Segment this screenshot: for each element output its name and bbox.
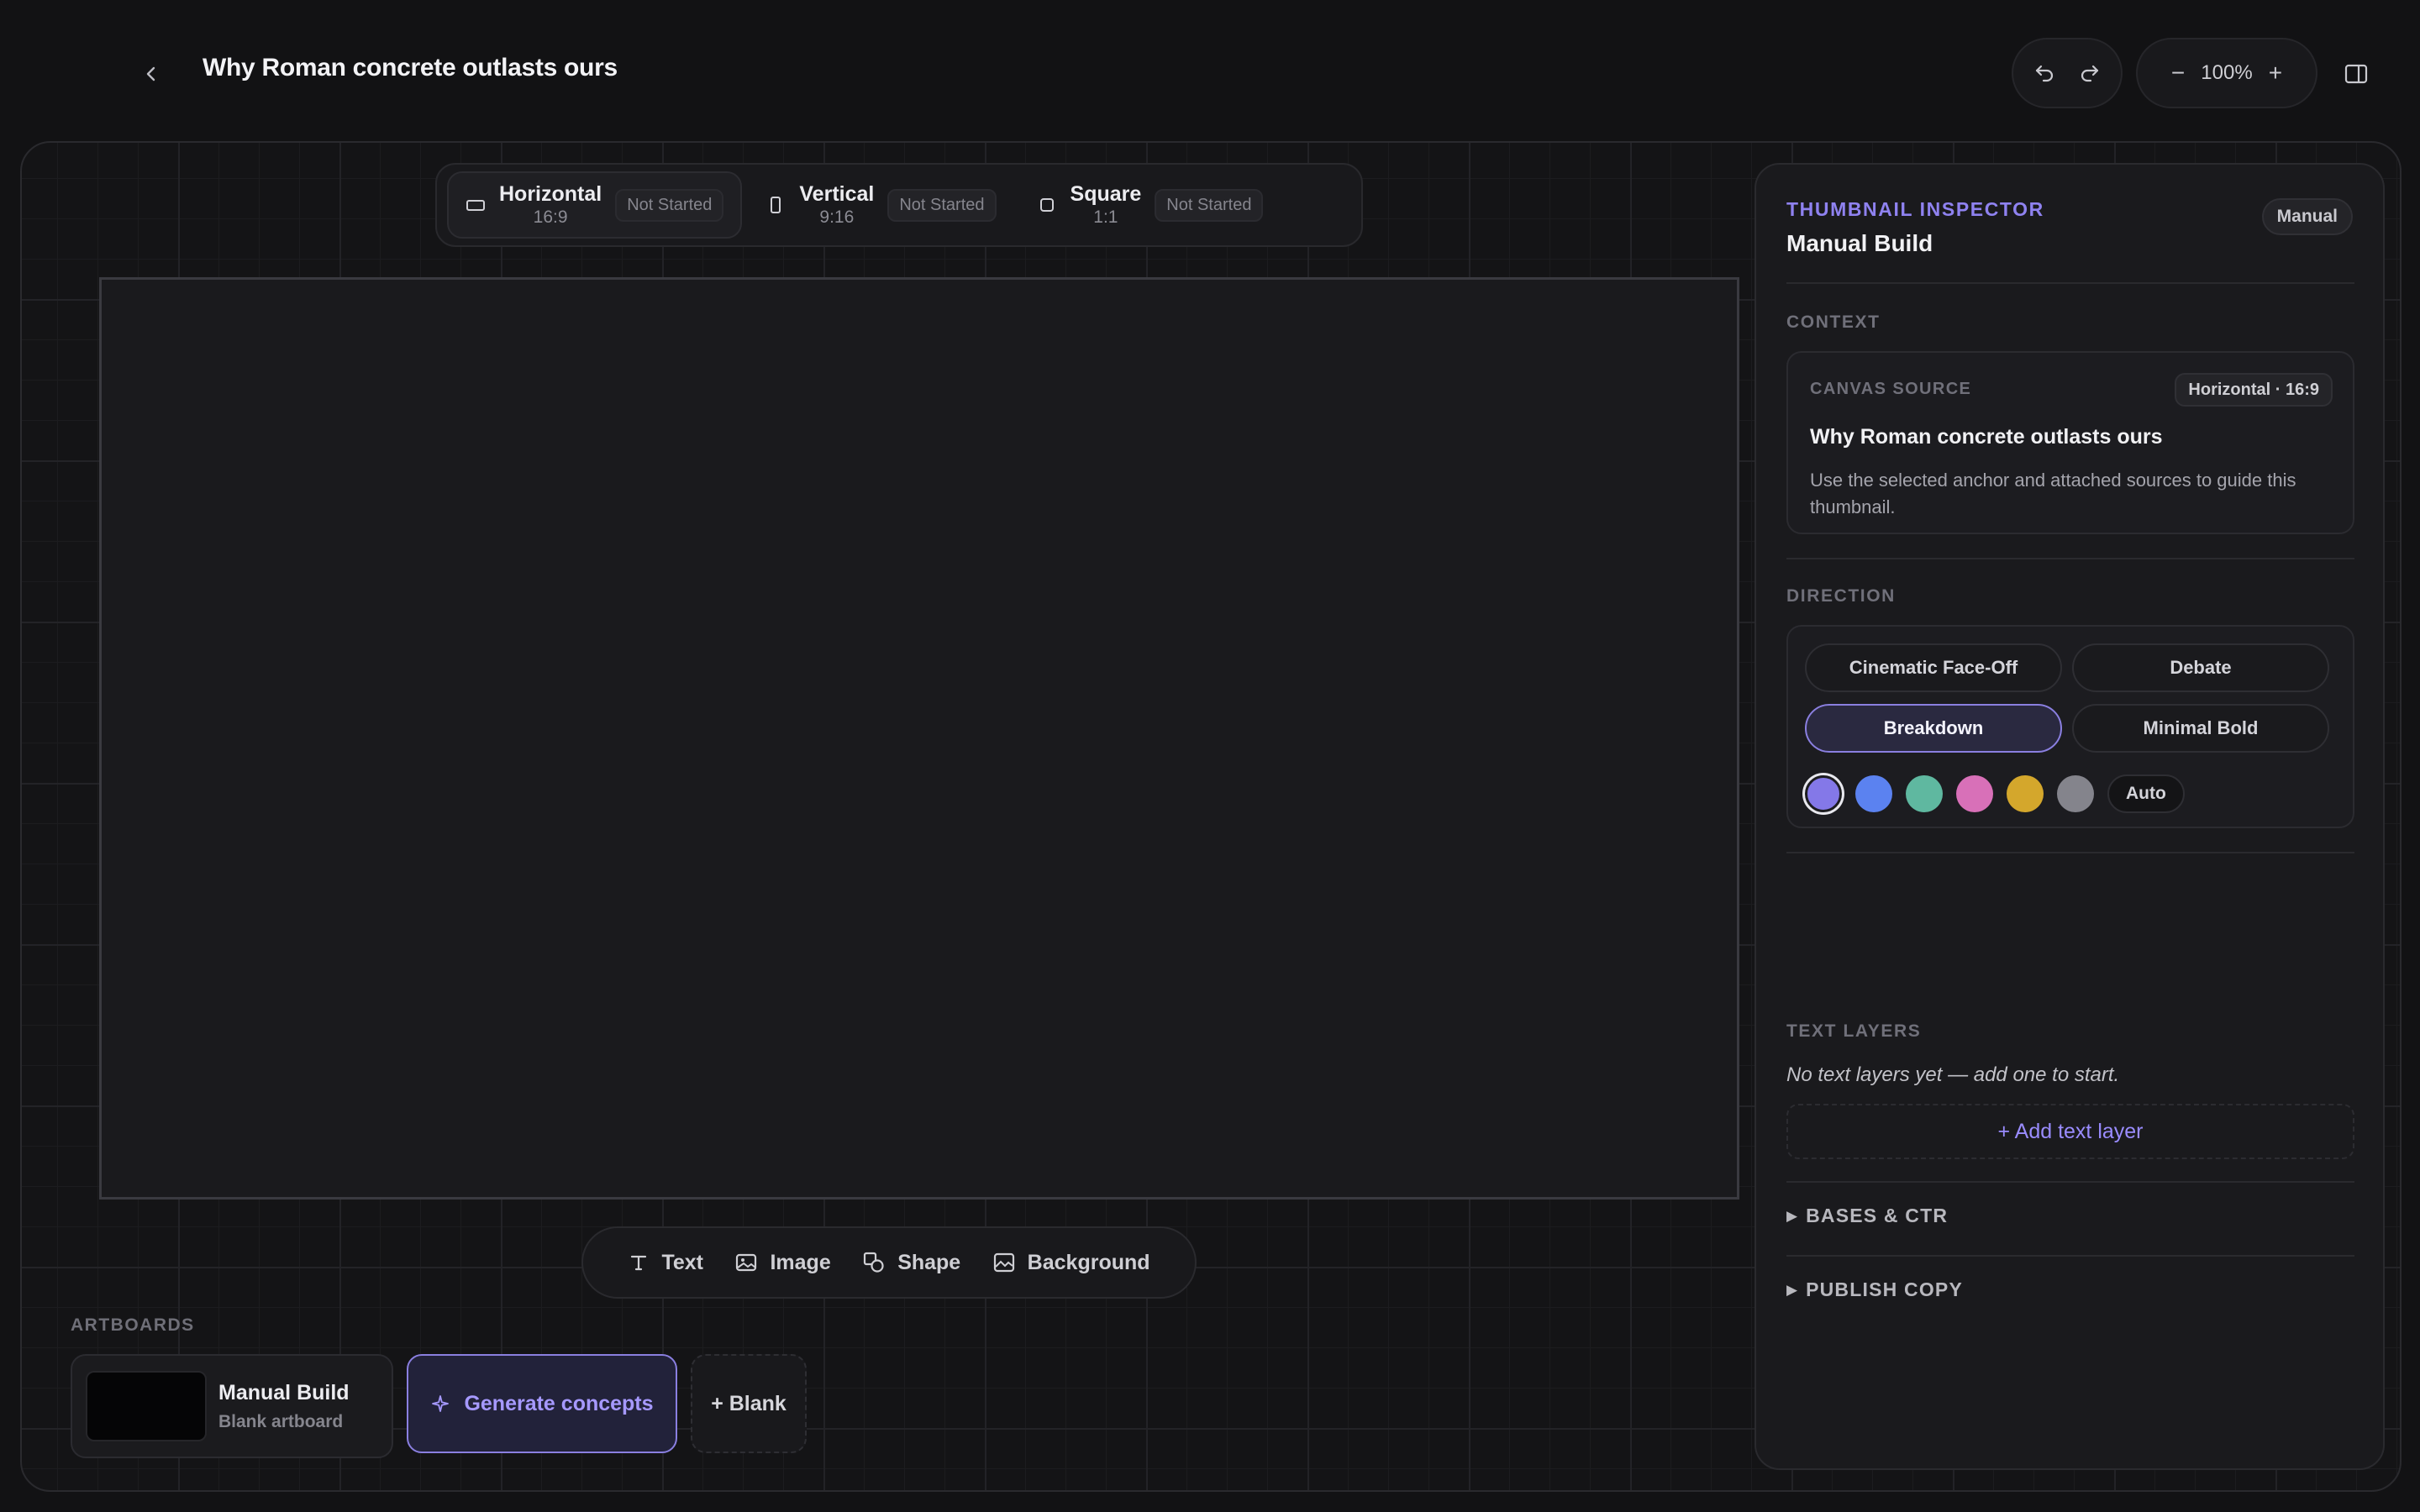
page-title: Why Roman concrete outlasts ours (203, 54, 618, 81)
caret-right-icon: ▶ (1786, 1207, 1798, 1224)
status-badge: Not Started (615, 188, 724, 222)
sparkle-icon (432, 1395, 450, 1412)
sidebar-panel-icon (2344, 64, 2368, 84)
redo-button[interactable] (2071, 55, 2108, 92)
color-swatches: Auto (1805, 774, 2185, 813)
shapes-icon (864, 1252, 884, 1273)
swatch-blue[interactable] (1855, 775, 1892, 812)
background-label: Background (1027, 1250, 1150, 1274)
tab-vertical[interactable]: Vertical 9:16 Not Started (749, 171, 1013, 239)
text-icon (631, 1255, 647, 1271)
artboard-thumbnail (86, 1371, 207, 1441)
generate-label: Generate concepts (464, 1391, 654, 1415)
redo-icon (2081, 65, 2099, 82)
back-button[interactable] (133, 55, 170, 92)
direction-heading: DIRECTION (1786, 586, 1896, 606)
zoom-out-button[interactable]: − (2160, 55, 2196, 92)
generate-concepts-button[interactable]: Generate concepts (407, 1354, 677, 1453)
direction-breakdown[interactable]: Breakdown (1805, 704, 2062, 753)
format-ratio: 16:9 (533, 207, 568, 228)
swatch-gold[interactable] (2007, 775, 2044, 812)
direction-cinematic-face-off[interactable]: Cinematic Face-Off (1805, 643, 2062, 692)
shape-label: Shape (897, 1250, 961, 1274)
canvas-source-label: CANVAS SOURCE (1810, 380, 1972, 398)
history-controls (2012, 38, 2123, 108)
chevron-left-icon (146, 66, 155, 81)
divider (1786, 282, 2354, 284)
add-image-button[interactable]: Image (734, 1250, 831, 1275)
divider (1786, 558, 2354, 559)
swatch-pink[interactable] (1956, 775, 1993, 812)
artboard-thumbnail-card[interactable]: Manual Build Blank artboard (71, 1354, 393, 1458)
direction-minimal-bold[interactable]: Minimal Bold (2072, 704, 2329, 753)
artboard-name: Manual Build (218, 1380, 350, 1404)
artboard-subtitle: Blank artboard (218, 1411, 344, 1431)
zoom-in-button[interactable]: + (2257, 55, 2294, 92)
background-icon (993, 1252, 1014, 1273)
direction-card: Cinematic Face-Off Debate Breakdown Mini… (1786, 625, 2354, 828)
swatch-teal[interactable] (1906, 775, 1943, 812)
tab-horizontal[interactable]: Horizontal 16:9 Not Started (447, 171, 743, 239)
zoom-controls: − 100% + (2136, 38, 2317, 108)
format-name: Horizontal (499, 181, 602, 206)
tab-square[interactable]: Square 1:1 Not Started (1020, 171, 1281, 239)
publish-copy-label: PUBLISH COPY (1806, 1278, 1964, 1300)
context-heading: CONTEXT (1786, 312, 1881, 332)
divider (1786, 1181, 2354, 1183)
format-ratio: 9:16 (819, 207, 855, 228)
add-text-button[interactable]: Text (628, 1251, 703, 1275)
zoom-level: 100% (2201, 61, 2253, 84)
swatch-gray[interactable] (2057, 775, 2094, 812)
divider (1786, 852, 2354, 853)
inspector-kicker: THUMBNAIL INSPECTOR (1786, 198, 2044, 220)
add-background-button[interactable]: Background (992, 1251, 1150, 1275)
undo-icon (2035, 65, 2054, 82)
artboard-canvas[interactable] (99, 277, 1739, 1200)
artboards-heading: ARTBOARDS (71, 1315, 195, 1335)
canvas-source-card: CANVAS SOURCE Horizontal · 16:9 Why Roma… (1786, 351, 2354, 534)
thumbnail-inspector: THUMBNAIL INSPECTOR Manual Build Manual … (1754, 163, 2385, 1470)
status-badge: Not Started (1155, 188, 1264, 222)
mode-badge: Manual (2261, 198, 2353, 235)
text-label: Text (661, 1250, 704, 1274)
undo-button[interactable] (2026, 55, 2063, 92)
inspector-title: Manual Build (1786, 230, 1933, 256)
portrait-icon (765, 195, 786, 215)
add-text-layer-button[interactable]: + Add text layer (1786, 1104, 2354, 1159)
text-layers-empty-state: No text layers yet — add one to start. (1786, 1063, 2120, 1086)
text-layers-heading: TEXT LAYERS (1786, 1021, 1922, 1041)
swatch-purple[interactable] (1805, 775, 1842, 812)
direction-debate[interactable]: Debate (2072, 643, 2329, 692)
status-badge: Not Started (887, 188, 997, 222)
bases-ctr-section-toggle[interactable]: ▶ BASES & CTR (1786, 1205, 1948, 1227)
toggle-panel-button[interactable] (2338, 55, 2375, 92)
canvas-source-title: Why Roman concrete outlasts ours (1810, 425, 2163, 449)
add-blank-button[interactable]: + Blank (691, 1354, 807, 1453)
insert-toolbar: Text Image Shape Background (581, 1226, 1197, 1299)
canvas-area: Horizontal 16:9 Not Started Vertical 9:1… (20, 141, 2402, 1492)
auto-color-button[interactable]: Auto (2107, 774, 2185, 813)
format-badge: Horizontal · 16:9 (2175, 373, 2333, 407)
format-tabs: Horizontal 16:9 Not Started Vertical 9:1… (435, 163, 1363, 247)
image-icon (736, 1253, 757, 1272)
format-name: Vertical (799, 181, 875, 206)
canvas-source-description: Use the selected anchor and attached sou… (1810, 470, 2296, 517)
image-label: Image (770, 1250, 831, 1274)
bases-ctr-label: BASES & CTR (1806, 1205, 1949, 1226)
top-bar: Why Roman concrete outlasts ours − 100% … (0, 0, 2420, 143)
add-shape-button[interactable]: Shape (862, 1251, 960, 1275)
format-ratio: 1:1 (1093, 207, 1118, 228)
caret-right-icon: ▶ (1786, 1281, 1798, 1298)
publish-copy-section-toggle[interactable]: ▶ PUBLISH COPY (1786, 1278, 1963, 1301)
format-name: Square (1070, 181, 1142, 206)
divider (1786, 1255, 2354, 1257)
square-icon (1037, 195, 1057, 215)
landscape-icon (466, 195, 486, 215)
